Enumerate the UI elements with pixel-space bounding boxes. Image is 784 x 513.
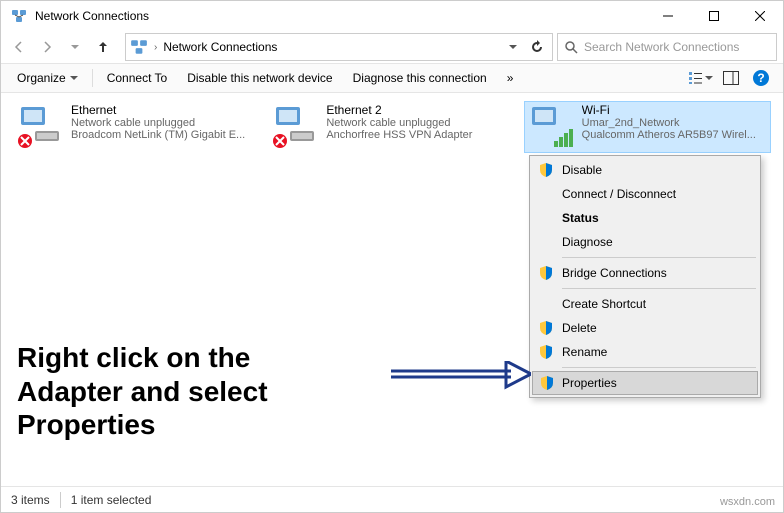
- shield-icon: [538, 162, 554, 178]
- menu-disable[interactable]: Disable: [532, 158, 758, 182]
- maximize-button[interactable]: [691, 1, 737, 31]
- adapter-name: Ethernet 2: [326, 103, 513, 117]
- adapter-device: Qualcomm Atheros AR5B97 Wirel...: [582, 129, 769, 141]
- adapter-ethernet-2[interactable]: Ethernet 2 Network cable unplugged Ancho…: [268, 101, 515, 153]
- chevron-right-icon[interactable]: ›: [150, 42, 161, 53]
- forward-button[interactable]: [35, 35, 59, 59]
- diagnose-connection-button[interactable]: Diagnose this connection: [345, 67, 495, 89]
- window-title: Network Connections: [35, 9, 645, 23]
- network-icon: [11, 8, 27, 24]
- navigation-bar: › Network Connections Search Network Con…: [1, 31, 783, 63]
- view-options-button[interactable]: [687, 67, 715, 89]
- annotation-text: Right click on the Adapter and select Pr…: [17, 341, 268, 442]
- address-bar[interactable]: › Network Connections: [125, 33, 553, 61]
- item-count: 3 items: [11, 493, 50, 507]
- adapter-ethernet[interactable]: Ethernet Network cable unplugged Broadco…: [13, 101, 260, 153]
- close-button[interactable]: [737, 1, 783, 31]
- menu-rename[interactable]: Rename: [532, 340, 758, 364]
- refresh-button[interactable]: [526, 36, 548, 58]
- adapter-name: Wi-Fi: [582, 103, 769, 117]
- network-icon: [130, 38, 148, 56]
- organize-button[interactable]: Organize: [9, 67, 86, 89]
- adapter-status: Network cable unplugged: [71, 117, 258, 129]
- minimize-button[interactable]: [645, 1, 691, 31]
- menu-separator: [562, 257, 756, 258]
- shield-icon: [539, 375, 555, 391]
- command-bar: Organize Connect To Disable this network…: [1, 63, 783, 93]
- watermark: wsxdn.com: [720, 496, 775, 508]
- back-button[interactable]: [7, 35, 31, 59]
- menu-separator: [562, 367, 756, 368]
- address-dropdown[interactable]: [502, 36, 524, 58]
- title-bar: Network Connections: [1, 1, 783, 31]
- search-input[interactable]: Search Network Connections: [557, 33, 777, 61]
- wifi-icon: [526, 103, 574, 151]
- menu-delete[interactable]: Delete: [532, 316, 758, 340]
- adapter-list: Ethernet Network cable unplugged Broadco…: [1, 93, 783, 161]
- svg-text:?: ?: [757, 71, 764, 85]
- breadcrumb[interactable]: Network Connections: [161, 40, 279, 54]
- menu-separator: [562, 288, 756, 289]
- adapter-name: Ethernet: [71, 103, 258, 117]
- status-bar: 3 items 1 item selected: [1, 486, 783, 512]
- shield-icon: [538, 344, 554, 360]
- adapter-device: Anchorfree HSS VPN Adapter: [326, 129, 513, 141]
- adapter-status: Network cable unplugged: [326, 117, 513, 129]
- disable-device-button[interactable]: Disable this network device: [179, 67, 340, 89]
- menu-status[interactable]: Status: [532, 206, 758, 230]
- adapter-device: Broadcom NetLink (TM) Gigabit E...: [71, 129, 258, 141]
- adapter-status: Umar_2nd_Network: [582, 117, 769, 129]
- recent-dropdown[interactable]: [63, 35, 87, 59]
- preview-pane-button[interactable]: [717, 67, 745, 89]
- shield-icon: [538, 265, 554, 281]
- menu-connect-disconnect[interactable]: Connect / Disconnect: [532, 182, 758, 206]
- shield-icon: [538, 320, 554, 336]
- overflow-button[interactable]: »: [499, 67, 522, 89]
- selection-count: 1 item selected: [71, 493, 152, 507]
- menu-properties[interactable]: Properties: [532, 371, 758, 395]
- adapter-wifi[interactable]: Wi-Fi Umar_2nd_Network Qualcomm Atheros …: [524, 101, 771, 153]
- annotation-arrow: [391, 361, 531, 391]
- menu-bridge[interactable]: Bridge Connections: [532, 261, 758, 285]
- up-button[interactable]: [91, 35, 115, 59]
- ethernet-icon: [270, 103, 318, 151]
- context-menu: Disable Connect / Disconnect Status Diag…: [529, 155, 761, 398]
- search-icon: [564, 40, 578, 54]
- help-button[interactable]: ?: [747, 67, 775, 89]
- connect-to-button[interactable]: Connect To: [99, 67, 176, 89]
- menu-create-shortcut[interactable]: Create Shortcut: [532, 292, 758, 316]
- ethernet-icon: [15, 103, 63, 151]
- menu-diagnose[interactable]: Diagnose: [532, 230, 758, 254]
